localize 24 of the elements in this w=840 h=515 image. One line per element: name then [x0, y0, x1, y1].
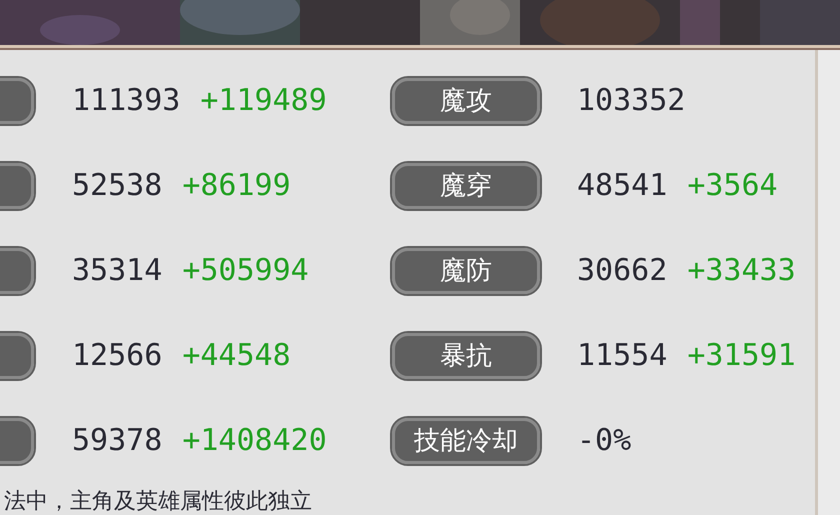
stat-bonus: +86199	[182, 170, 291, 200]
stat-value: 30662	[577, 256, 668, 286]
stat-value: 35314	[72, 256, 162, 286]
stat-value: 11554	[577, 340, 668, 370]
stat-value: 59378	[72, 426, 162, 456]
stat-bonus: +33433	[687, 256, 796, 286]
stat-label: 技能冷却	[392, 418, 540, 464]
stat-value: 111393	[72, 86, 180, 116]
stat-bonus: +3564	[687, 170, 778, 200]
stat-label: 暴抗	[392, 332, 540, 378]
stat-bonus: +31591	[687, 340, 796, 370]
stat-label: 魔穿	[392, 162, 540, 208]
stat-value: -0%	[577, 426, 632, 456]
stat-value: 48541	[577, 170, 668, 200]
stat-label: 魔攻	[392, 78, 540, 124]
stat-bonus: +44548	[182, 340, 291, 370]
stat-bonus: +1408420	[182, 426, 327, 456]
stat-value: 12566	[72, 340, 162, 370]
note-text: 法中，主角及英雄属性彼此独立	[4, 489, 312, 514]
stat-label: 魔防	[392, 248, 540, 294]
stat-bonus: +119489	[200, 86, 327, 116]
stat-value: 52538	[72, 170, 162, 200]
stat-value: 103352	[577, 86, 686, 116]
stat-bonus: +505994	[182, 256, 309, 286]
